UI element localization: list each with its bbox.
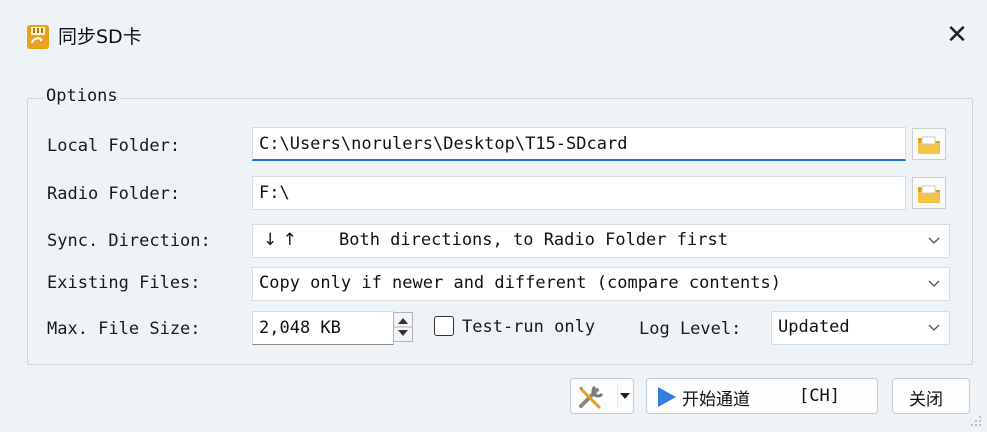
existing-files-select[interactable]: Copy only if newer and different (compar… (252, 267, 950, 301)
tools-menu-button[interactable] (570, 378, 634, 414)
window-title: 同步SD卡 (58, 26, 142, 48)
browse-radio-folder-button[interactable] (912, 177, 946, 209)
folder-icon (918, 185, 940, 203)
log-level-value: Updated (778, 317, 850, 337)
max-file-size-spinner[interactable] (393, 312, 413, 342)
resize-grip-icon[interactable] (969, 414, 983, 428)
sync-direction-select[interactable]: ↓ ↑ Both directions, to Radio Folder fir… (252, 224, 950, 258)
close-window-button[interactable]: ✕ (940, 18, 974, 52)
sync-direction-value: Both directions, to Radio Folder first (339, 230, 728, 250)
test-run-checkbox[interactable] (434, 316, 454, 336)
log-level-select[interactable]: Updated (771, 311, 950, 345)
start-channel-button[interactable]: 开始通道 [CH] (646, 378, 878, 414)
close-button[interactable]: 关闭 (892, 378, 970, 414)
chevron-down-icon (928, 237, 940, 244)
max-file-size-label: Max. File Size: (47, 319, 201, 339)
tools-icon (579, 385, 604, 409)
sync-direction-arrows-icon: ↓ ↑ (263, 230, 297, 250)
local-folder-input[interactable]: C:\Users\norulers\Desktop\T15-SDcard (252, 127, 906, 161)
chevron-down-icon (928, 324, 940, 331)
spin-arrows-icon (394, 318, 412, 336)
existing-files-value: Copy only if newer and different (compar… (259, 273, 781, 293)
chevron-down-icon (928, 280, 940, 287)
browse-local-folder-button[interactable] (912, 128, 946, 160)
test-run-label[interactable]: Test-run only (462, 317, 595, 337)
sync-direction-label: Sync. Direction: (47, 231, 211, 251)
start-channel-label: 开始通道 (682, 390, 750, 410)
radio-folder-label: Radio Folder: (47, 184, 181, 204)
max-file-size-input[interactable]: 2,048 KB (252, 311, 394, 345)
sd-card-sync-icon (27, 25, 49, 49)
local-folder-label: Local Folder: (47, 136, 181, 156)
folder-icon (918, 136, 940, 154)
title-bar[interactable]: 同步SD卡 ✕ (0, 0, 987, 70)
existing-files-label: Existing Files: (47, 273, 201, 293)
log-level-label: Log Level: (639, 319, 742, 339)
radio-folder-input[interactable]: F:\ (252, 176, 906, 210)
start-channel-shortcut: [CH] (799, 386, 840, 406)
options-group-label: Options (44, 86, 120, 106)
play-icon (658, 387, 676, 407)
close-button-label: 关闭 (909, 390, 943, 410)
dropdown-arrow-icon (617, 385, 630, 407)
sync-sd-card-dialog: 同步SD卡 ✕ Options Local Folder: C:\Users\n… (0, 0, 987, 432)
